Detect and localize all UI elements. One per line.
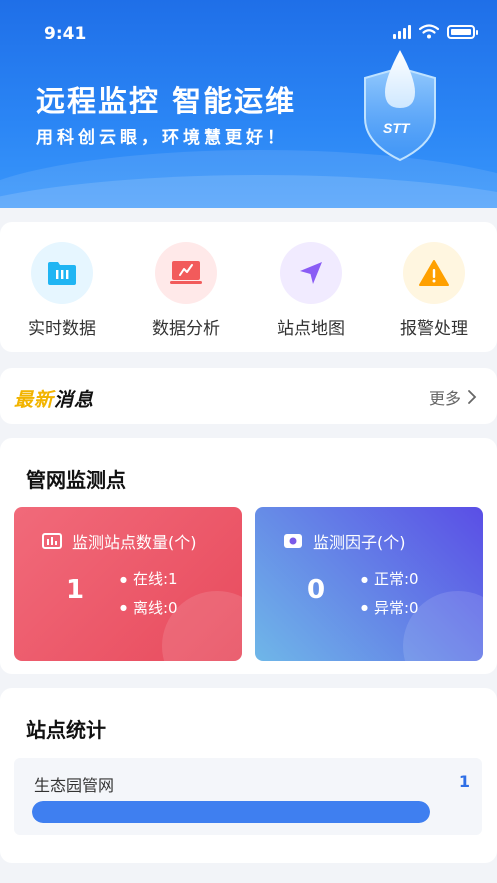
factor-count-card[interactable]: 监测因子(个) 0 正常:0 异常:0 — [255, 507, 483, 661]
header-banner: 9:41 远程监控 智能运维 用科创云眼，环境慧更好！ STT — [0, 0, 497, 208]
wifi-icon — [419, 24, 439, 39]
warning-icon — [403, 242, 465, 304]
status-time: 9:41 — [44, 24, 87, 44]
menu-label: 数据分析 — [152, 319, 220, 339]
station-count: 1 — [458, 772, 470, 791]
stat-label: 监测站点数量(个) — [72, 533, 197, 552]
navigation-arrow-icon — [280, 242, 342, 304]
menu-alarm-handling[interactable]: 报警处理 — [384, 242, 484, 339]
shield-logo-icon: STT — [364, 50, 436, 162]
bar-chart-folder-icon — [31, 242, 93, 304]
normal-count: 正常:0 — [361, 565, 419, 594]
menu-label: 报警处理 — [400, 319, 468, 339]
quick-menu: 实时数据 数据分析 站点地图 报警处理 — [0, 222, 497, 352]
menu-data-analysis[interactable]: 数据分析 — [136, 242, 236, 339]
progress-bar — [32, 801, 430, 823]
section-title: 站点统计 — [26, 718, 106, 742]
offline-count: 离线:0 — [120, 594, 178, 623]
section-title: 管网监测点 — [26, 468, 126, 492]
more-link[interactable]: 更多 — [429, 385, 477, 409]
online-count: 在线:1 — [120, 565, 178, 594]
news-logo: 最新消息 — [14, 389, 95, 411]
bar-chart-icon — [42, 533, 62, 549]
stat-value: 1 — [66, 575, 85, 605]
list-item[interactable]: 生态园管网 1 — [14, 758, 482, 835]
station-count-card[interactable]: 监测站点数量(个) 1 在线:1 离线:0 — [14, 507, 242, 661]
chip-icon — [284, 534, 302, 548]
chevron-right-icon — [468, 390, 477, 404]
menu-label: 实时数据 — [28, 319, 96, 339]
progress-fill — [32, 801, 430, 823]
signal-icon — [393, 24, 411, 39]
stat-value: 0 — [307, 575, 326, 605]
station-stats-section: 站点统计 生态园管网 1 — [0, 688, 497, 863]
banner-title: 远程监控 智能运维 — [36, 84, 297, 118]
news-bar: 最新消息 更多 — [0, 368, 497, 424]
banner-subtitle: 用科创云眼，环境慧更好！ — [36, 128, 288, 148]
menu-site-map[interactable]: 站点地图 — [261, 242, 361, 339]
monitoring-section: 管网监测点 监测站点数量(个) 1 在线:1 离线:0 监测因子(个) — [0, 438, 497, 674]
abnormal-count: 异常:0 — [361, 594, 419, 623]
status-icons — [393, 24, 478, 39]
menu-realtime-data[interactable]: 实时数据 — [12, 242, 112, 339]
station-name: 生态园管网 — [34, 776, 115, 795]
menu-label: 站点地图 — [277, 319, 345, 339]
svg-text:STT: STT — [383, 120, 411, 136]
stat-label: 监测因子(个) — [313, 533, 406, 552]
trend-chart-icon — [155, 242, 217, 304]
battery-icon — [447, 24, 478, 39]
